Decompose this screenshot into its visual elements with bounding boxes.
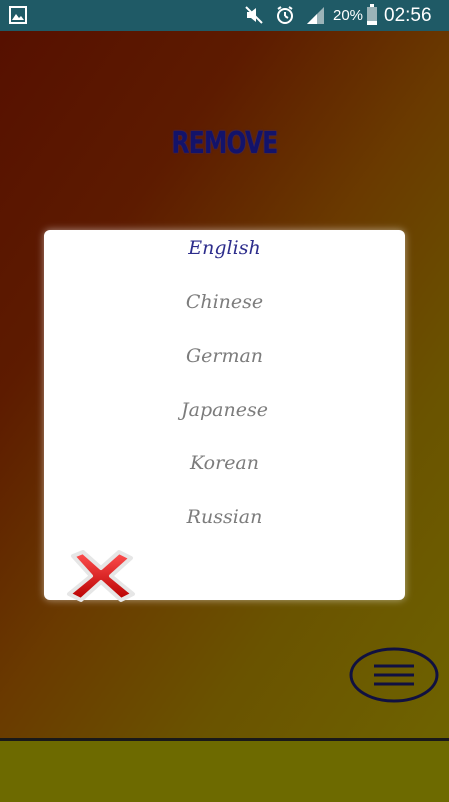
status-bar: 20% 02:56 (0, 0, 449, 31)
menu-button[interactable] (349, 647, 439, 703)
language-item-english[interactable]: English (44, 237, 405, 259)
close-button[interactable] (63, 548, 139, 604)
battery-percent: 20% (333, 7, 364, 24)
language-item-german[interactable]: German (44, 345, 405, 367)
battery-icon (367, 4, 377, 25)
menu-icon (349, 647, 439, 703)
page-title: REMOVE (171, 126, 279, 161)
language-dialog: English Chinese German Japanese Korean R… (44, 230, 405, 600)
signal-icon (307, 7, 324, 24)
alarm-icon (277, 6, 293, 24)
language-item-japanese[interactable]: Japanese (44, 399, 405, 421)
clock: 02:56 (384, 5, 432, 26)
close-x-icon (67, 550, 135, 602)
bottom-bar (0, 738, 449, 802)
language-item-chinese[interactable]: Chinese (44, 291, 405, 313)
image-icon (9, 6, 27, 24)
mute-icon (245, 6, 263, 24)
language-item-russian[interactable]: Russian (44, 506, 405, 528)
language-item-korean[interactable]: Korean (44, 452, 405, 474)
